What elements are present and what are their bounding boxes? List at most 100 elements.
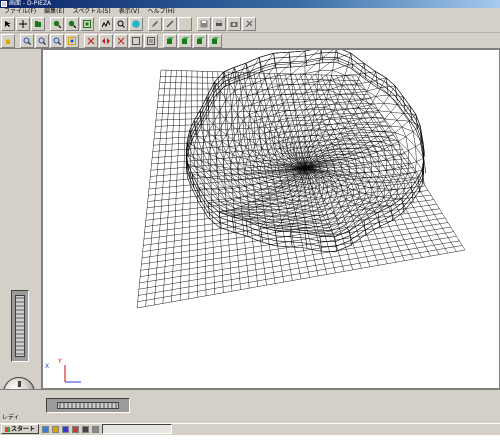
rim-strut	[378, 212, 380, 227]
grid-line	[331, 75, 422, 257]
quicklaunch-ie-icon[interactable]	[42, 426, 49, 433]
bowl-diagonal	[277, 227, 292, 229]
bowl-diagonal	[265, 117, 268, 126]
bowl-diagonal	[295, 102, 305, 111]
bowl-diagonal	[371, 163, 379, 171]
ruler-icon[interactable]	[163, 17, 177, 31]
menu-edit[interactable]: 編集(E)	[40, 8, 68, 16]
bowl-mesh	[186, 50, 424, 237]
bowl-diagonal	[300, 137, 305, 143]
camera-icon[interactable]	[227, 17, 241, 31]
zoom-window-icon[interactable]	[65, 34, 79, 48]
bowl-diagonal	[213, 124, 215, 137]
open-file-icon[interactable]	[31, 17, 45, 31]
horizontal-slider[interactable]	[46, 398, 130, 413]
zoom-out-icon[interactable]	[65, 17, 79, 31]
bowl-diagonal	[272, 180, 281, 181]
print-icon[interactable]	[212, 17, 226, 31]
menu-file[interactable]: ファイル(F)	[0, 8, 40, 16]
bowl-diagonal	[259, 119, 260, 128]
quicklaunch-app-icon[interactable]	[62, 426, 69, 433]
bowl-diagonal	[225, 119, 226, 135]
pen-icon[interactable]	[148, 17, 162, 31]
zoom-region-icon[interactable]	[20, 34, 34, 48]
menu-spectrum[interactable]: スペクトル(S)	[69, 8, 115, 16]
bowl-diagonal	[305, 81, 318, 93]
mirror-icon[interactable]	[99, 34, 113, 48]
taskbar: スタート	[0, 423, 500, 435]
bowl-diagonal	[369, 204, 375, 210]
vertical-zoom-slider[interactable]	[11, 290, 29, 362]
bowl-diagonal	[373, 205, 380, 212]
bowl-diagonal	[397, 182, 398, 189]
bowl-diagonal	[283, 94, 293, 103]
bowl-diagonal	[337, 102, 350, 103]
rim-strut	[351, 53, 353, 68]
rotate-icon[interactable]	[114, 34, 128, 48]
view-toolbar	[0, 33, 500, 49]
start-label: スタート	[11, 426, 35, 433]
search-icon[interactable]	[114, 17, 128, 31]
bowl-diagonal	[334, 53, 350, 59]
save-icon[interactable]	[197, 17, 211, 31]
rim-strut	[424, 158, 426, 173]
quicklaunch-folder-icon[interactable]	[52, 426, 59, 433]
bowl-diagonal	[261, 89, 268, 102]
bowl-diagonal	[254, 133, 256, 145]
bowl-diagonal	[257, 79, 265, 93]
bowl-diagonal	[305, 60, 320, 74]
quicklaunch-misc-icon[interactable]	[92, 426, 99, 433]
cube-4-icon[interactable]	[208, 34, 222, 48]
menu-help[interactable]: ヘルプ(H)	[144, 8, 179, 16]
crosshair-icon[interactable]	[16, 17, 30, 31]
vertical-slider-groove	[15, 295, 25, 357]
blank-icon[interactable]	[178, 17, 192, 31]
bowl-diagonal	[390, 182, 392, 189]
select-arrow-icon[interactable]	[1, 17, 15, 31]
grid-line	[143, 204, 436, 245]
bowl-diagonal	[348, 63, 364, 64]
menu-view[interactable]: 表示(V)	[115, 8, 144, 16]
grid-line	[140, 227, 451, 277]
bowl-diagonal	[305, 188, 309, 192]
rim-strut	[208, 202, 210, 217]
quicklaunch-terminal-icon[interactable]	[82, 426, 89, 433]
bowl-diagonal	[360, 140, 370, 141]
zoom-center-icon[interactable]	[50, 34, 64, 48]
bowl-diagonal	[305, 227, 317, 228]
horizontal-slider-groove	[57, 402, 119, 409]
grid-line	[137, 250, 465, 308]
quicklaunch-media-icon[interactable]	[72, 426, 79, 433]
taskbar-window-button[interactable]	[102, 424, 172, 434]
bowl-diagonal	[249, 115, 250, 127]
bowl-diagonal	[287, 110, 295, 118]
rim-strut	[386, 78, 388, 93]
bowl-diagonal	[294, 143, 296, 149]
hand-icon[interactable]	[1, 34, 15, 48]
bowl-diagonal	[301, 142, 305, 148]
start-button[interactable]: スタート	[1, 424, 39, 434]
3d-viewport[interactable]: Y X	[42, 49, 500, 389]
bowl-diagonal	[334, 164, 342, 167]
frame-icon[interactable]	[129, 34, 143, 48]
rim-strut	[232, 217, 234, 232]
bowl-diagonal	[376, 182, 378, 188]
grid-line	[141, 218, 445, 264]
bowl-diagonal	[408, 151, 416, 162]
axis-label-x: X	[45, 363, 49, 370]
bowl-diagonal	[290, 230, 305, 231]
zoom-in-icon[interactable]	[50, 17, 64, 31]
bowl-diagonal	[238, 131, 240, 144]
box-icon[interactable]	[144, 34, 158, 48]
sphere-icon[interactable]	[129, 17, 143, 31]
zoom-fit-icon[interactable]	[80, 17, 94, 31]
cut-icon[interactable]	[84, 34, 98, 48]
cube-2-icon[interactable]	[178, 34, 192, 48]
bowl-diagonal	[225, 189, 238, 198]
cube-1-icon[interactable]	[163, 34, 177, 48]
spectrum-icon[interactable]	[99, 17, 113, 31]
bowl-diagonal	[340, 160, 349, 162]
settings-icon[interactable]	[242, 17, 256, 31]
zoom-box-icon[interactable]	[35, 34, 49, 48]
cube-3-icon[interactable]	[193, 34, 207, 48]
